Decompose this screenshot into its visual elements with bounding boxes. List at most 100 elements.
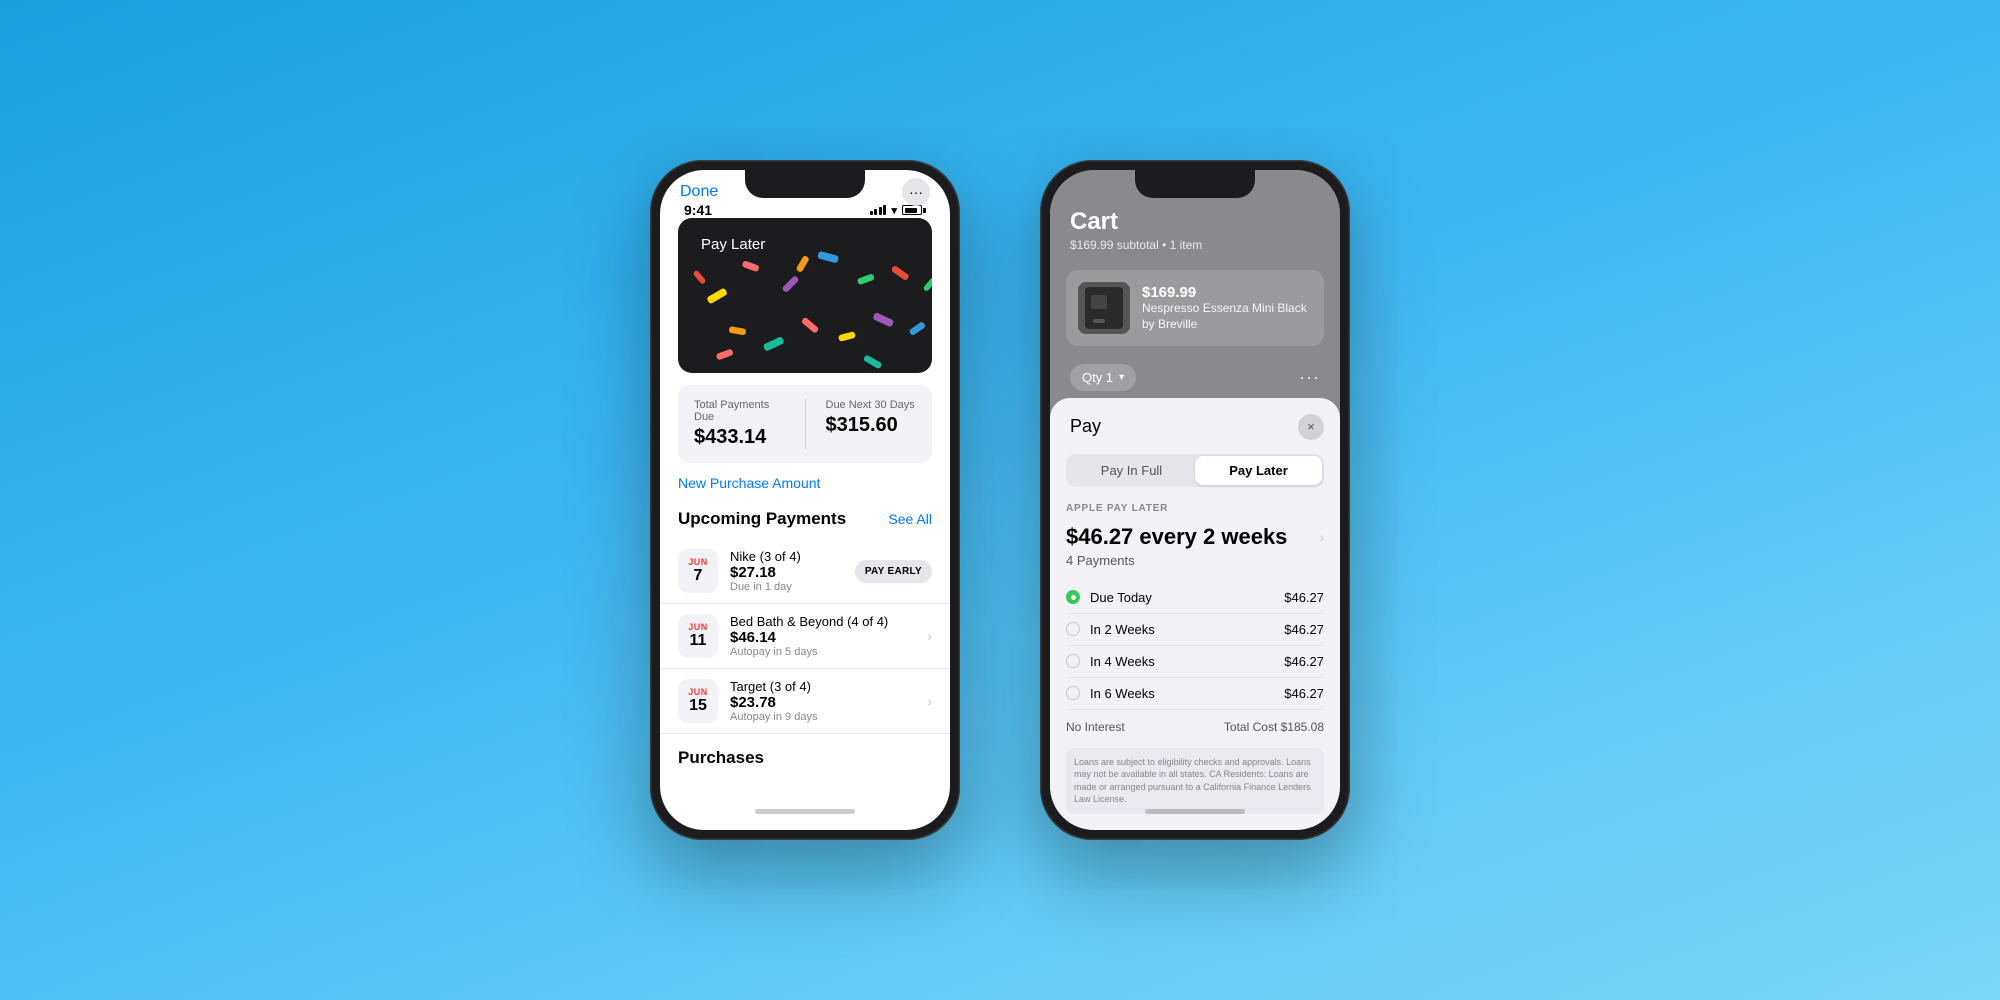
schedule-amount-today: $46.27 xyxy=(1284,590,1324,605)
total-payments-value: $433.14 xyxy=(694,426,785,449)
radio-6weeks xyxy=(1066,686,1080,700)
apl-payments-count: 4 Payments xyxy=(1066,553,1324,568)
tab-pay-later[interactable]: Pay Later xyxy=(1195,456,1322,485)
nike-amount: $27.18 xyxy=(730,564,843,581)
date-badge-jun15: JUN 15 xyxy=(678,679,718,723)
date-day-2: 11 xyxy=(690,632,707,650)
apl-amount: $46.27 every 2 weeks xyxy=(1066,524,1287,550)
payment-item-bbb[interactable]: JUN 11 Bed Bath & Beyond (4 of 4) $46.14… xyxy=(660,604,950,669)
apple-pay-sheet: Pay × Pay In Full Pay Later APPLE PAY LA… xyxy=(1050,398,1340,830)
phone-1-screen: 9:41 ▾ Done ··· xyxy=(660,170,950,830)
target-chevron-icon: › xyxy=(927,693,932,709)
apple-pay-label: Pay xyxy=(1070,416,1101,437)
cart-item-price: $169.99 xyxy=(1142,284,1312,301)
qty-label: Qty 1 xyxy=(1082,370,1113,385)
espresso-machine-icon xyxy=(1085,287,1123,329)
schedule-label-2weeks: In 2 Weeks xyxy=(1090,622,1155,637)
schedule-row-4weeks: In 4 Weeks $46.27 xyxy=(1066,646,1324,678)
qty-chevron-icon: ▾ xyxy=(1119,372,1124,383)
no-interest-label: No Interest xyxy=(1066,720,1125,734)
pay-tab-selector[interactable]: Pay In Full Pay Later xyxy=(1066,454,1324,487)
cart-item-name: Nespresso Essenza Mini Black by Breville xyxy=(1142,301,1312,332)
schedule-amount-6weeks: $46.27 xyxy=(1284,686,1324,701)
cart-title: Cart xyxy=(1070,208,1320,236)
date-month-2: JUN xyxy=(688,622,708,632)
qty-selector[interactable]: Qty 1 ▾ xyxy=(1070,364,1136,391)
phone-2: Cart $169.99 subtotal • 1 item $169.99 N… xyxy=(1040,160,1350,840)
apl-section-label: APPLE PAY LATER xyxy=(1066,503,1324,514)
bbb-chevron-icon: › xyxy=(927,628,932,644)
sheet-close-button[interactable]: × xyxy=(1298,414,1324,440)
bbb-payment-info: Bed Bath & Beyond (4 of 4) $46.14 Autopa… xyxy=(730,614,915,658)
purchases-section: Purchases xyxy=(660,734,950,772)
apl-chevron-icon: › xyxy=(1319,529,1324,545)
pay-later-card: Pay Later xyxy=(678,218,932,373)
more-button[interactable]: ··· xyxy=(902,178,930,206)
upcoming-title: Upcoming Payments xyxy=(678,509,846,529)
payments-summary: Total Payments Due $433.14 Due Next 30 D… xyxy=(678,385,932,463)
date-month-1: JUN xyxy=(688,557,708,567)
new-purchase-link[interactable]: New Purchase Amount xyxy=(678,475,932,491)
target-merchant: Target (3 of 4) xyxy=(730,679,915,694)
bbb-amount: $46.14 xyxy=(730,629,915,646)
target-amount: $23.78 xyxy=(730,694,915,711)
bbb-merchant: Bed Bath & Beyond (4 of 4) xyxy=(730,614,915,629)
cart-subtitle: $169.99 subtotal • 1 item xyxy=(1070,238,1320,252)
done-button[interactable]: Done xyxy=(680,183,718,201)
total-cost-row: No Interest Total Cost $185.08 xyxy=(1066,710,1324,742)
total-cost-value: Total Cost $185.08 xyxy=(1224,720,1324,734)
due-next-col: Due Next 30 Days $315.60 xyxy=(826,399,917,449)
date-day-3: 15 xyxy=(689,697,707,715)
phone-2-screen: Cart $169.99 subtotal • 1 item $169.99 N… xyxy=(1050,170,1340,830)
radio-2weeks xyxy=(1066,622,1080,636)
bbb-sub: Autopay in 5 days xyxy=(730,646,915,658)
tab-pay-full[interactable]: Pay In Full xyxy=(1068,456,1195,485)
notch-2 xyxy=(1135,170,1255,198)
date-day-1: 7 xyxy=(694,567,703,585)
total-payments-col: Total Payments Due $433.14 xyxy=(694,399,785,449)
due-next-value: $315.60 xyxy=(826,414,917,437)
see-all-button[interactable]: See All xyxy=(888,511,932,527)
home-indicator-2 xyxy=(1145,809,1245,814)
notch-1 xyxy=(745,170,865,198)
schedule-amount-4weeks: $46.27 xyxy=(1284,654,1324,669)
cart-item-image xyxy=(1078,282,1130,334)
phone-1: 9:41 ▾ Done ··· xyxy=(650,160,960,840)
cart-item-name-text: Nespresso Essenza Mini Black xyxy=(1142,301,1307,315)
cart-more-button[interactable]: ··· xyxy=(1299,367,1320,388)
disclaimer-text: Loans are subject to eligibility checks … xyxy=(1066,748,1324,814)
payment-item-nike[interactable]: JUN 7 Nike (3 of 4) $27.18 Due in 1 day … xyxy=(660,539,950,604)
schedule-row-today: Due Today $46.27 xyxy=(1066,582,1324,614)
target-payment-info: Target (3 of 4) $23.78 Autopay in 9 days xyxy=(730,679,915,723)
schedule-amount-2weeks: $46.27 xyxy=(1284,622,1324,637)
nike-merchant: Nike (3 of 4) xyxy=(730,549,843,564)
more-icon: ··· xyxy=(909,184,923,200)
date-month-3: JUN xyxy=(688,687,708,697)
date-badge-jun11: JUN 11 xyxy=(678,614,718,658)
schedule-label-4weeks: In 4 Weeks xyxy=(1090,654,1155,669)
close-icon: × xyxy=(1307,419,1315,434)
phone1-scroll[interactable]: Done ··· Pay Later xyxy=(660,170,950,830)
upcoming-section-header: Upcoming Payments See All xyxy=(660,505,950,539)
summary-divider xyxy=(805,399,806,449)
sheet-header: Pay × xyxy=(1066,414,1324,440)
date-badge-jun7: JUN 7 xyxy=(678,549,718,593)
cart-item-nespresso[interactable]: $169.99 Nespresso Essenza Mini Black by … xyxy=(1066,270,1324,346)
payment-item-target[interactable]: JUN 15 Target (3 of 4) $23.78 Autopay in… xyxy=(660,669,950,734)
cart-controls: Qty 1 ▾ ··· xyxy=(1050,354,1340,401)
apple-pay-logo: Pay xyxy=(1066,416,1101,437)
schedule-label-today: Due Today xyxy=(1090,590,1152,605)
radio-today xyxy=(1066,590,1080,604)
home-indicator-1 xyxy=(755,809,855,814)
schedule-label-6weeks: In 6 Weeks xyxy=(1090,686,1155,701)
radio-4weeks xyxy=(1066,654,1080,668)
schedule-row-6weeks: In 6 Weeks $46.27 xyxy=(1066,678,1324,710)
nike-sub: Due in 1 day xyxy=(730,581,843,593)
cart-item-brand: by Breville xyxy=(1142,317,1197,331)
confetti-decoration xyxy=(678,218,932,373)
apl-amount-row: $46.27 every 2 weeks › xyxy=(1066,524,1324,550)
nike-payment-info: Nike (3 of 4) $27.18 Due in 1 day xyxy=(730,549,843,593)
purchases-title: Purchases xyxy=(678,748,764,767)
pay-early-button[interactable]: PAY EARLY xyxy=(855,560,932,583)
schedule-row-2weeks: In 2 Weeks $46.27 xyxy=(1066,614,1324,646)
